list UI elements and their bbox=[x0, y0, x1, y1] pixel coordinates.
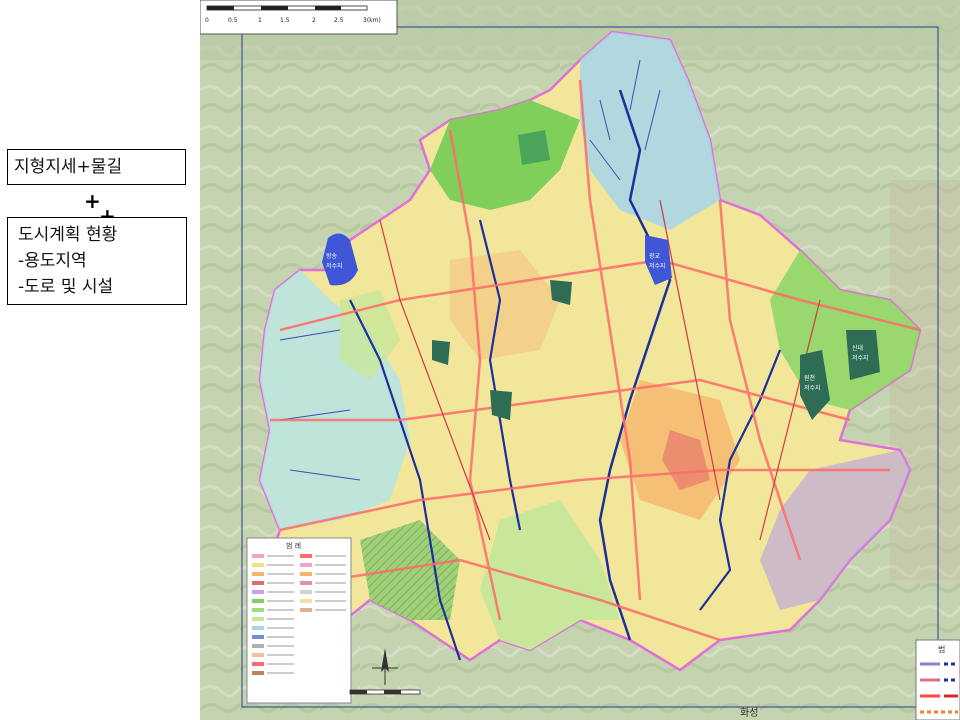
scale-tick: 0.5 bbox=[228, 17, 238, 24]
right-legend-title: 범 bbox=[938, 644, 945, 654]
svg-text:왕송: 왕송 bbox=[326, 252, 338, 260]
map-svg: 왕송 저수지 광교 저수지 원천 저수지 신대 저수지 범 례 0 0.5 1 … bbox=[200, 0, 960, 720]
label-urban-plan: 도시계획 현황 -용도지역 -도로 및 시설 bbox=[7, 217, 187, 305]
svg-text:저수지: 저수지 bbox=[804, 384, 821, 392]
scale-tick: 3(km) bbox=[363, 17, 381, 24]
terrain-waterway-text: 지형지세+물길 bbox=[14, 157, 123, 177]
scale-tick: 1.5 bbox=[280, 17, 290, 24]
scale-bar-bottom bbox=[349, 689, 421, 695]
scale-tick: 2 bbox=[312, 17, 316, 24]
urban-plan-zoning: -용도지역 bbox=[18, 251, 87, 271]
map-legend: 범 례 bbox=[246, 537, 352, 704]
right-legend: 범 bbox=[915, 639, 960, 720]
svg-text:원천: 원천 bbox=[804, 374, 815, 382]
scale-tick: 2.5 bbox=[334, 17, 344, 24]
svg-text:광교: 광교 bbox=[649, 253, 661, 260]
svg-text:신대: 신대 bbox=[852, 344, 863, 352]
scale-tick: 0 bbox=[205, 17, 209, 24]
scale-tick: 1 bbox=[258, 17, 262, 24]
urban-plan-roads: -도로 및 시설 bbox=[18, 277, 114, 297]
reservoir-pajang bbox=[518, 130, 550, 165]
svg-text:저수지: 저수지 bbox=[852, 354, 869, 362]
urban-plan-map: 왕송 저수지 광교 저수지 원천 저수지 신대 저수지 범 례 0 0.5 1 … bbox=[200, 0, 960, 720]
urban-plan-title: 도시계획 현황 bbox=[18, 225, 118, 245]
svg-text:저수지: 저수지 bbox=[326, 262, 343, 270]
label-terrain-waterway: 지형지세+물길 bbox=[7, 149, 186, 185]
place-label-bottom: 화성 bbox=[740, 707, 758, 719]
reservoir-sindae: 신대 저수지 bbox=[846, 330, 880, 380]
svg-text:저수지: 저수지 bbox=[649, 262, 666, 270]
terrain-east bbox=[890, 180, 960, 580]
scale-bar-top: 0 0.5 1 1.5 2 2.5 3(km) bbox=[200, 0, 398, 35]
legend-title: 범 례 bbox=[286, 541, 301, 550]
